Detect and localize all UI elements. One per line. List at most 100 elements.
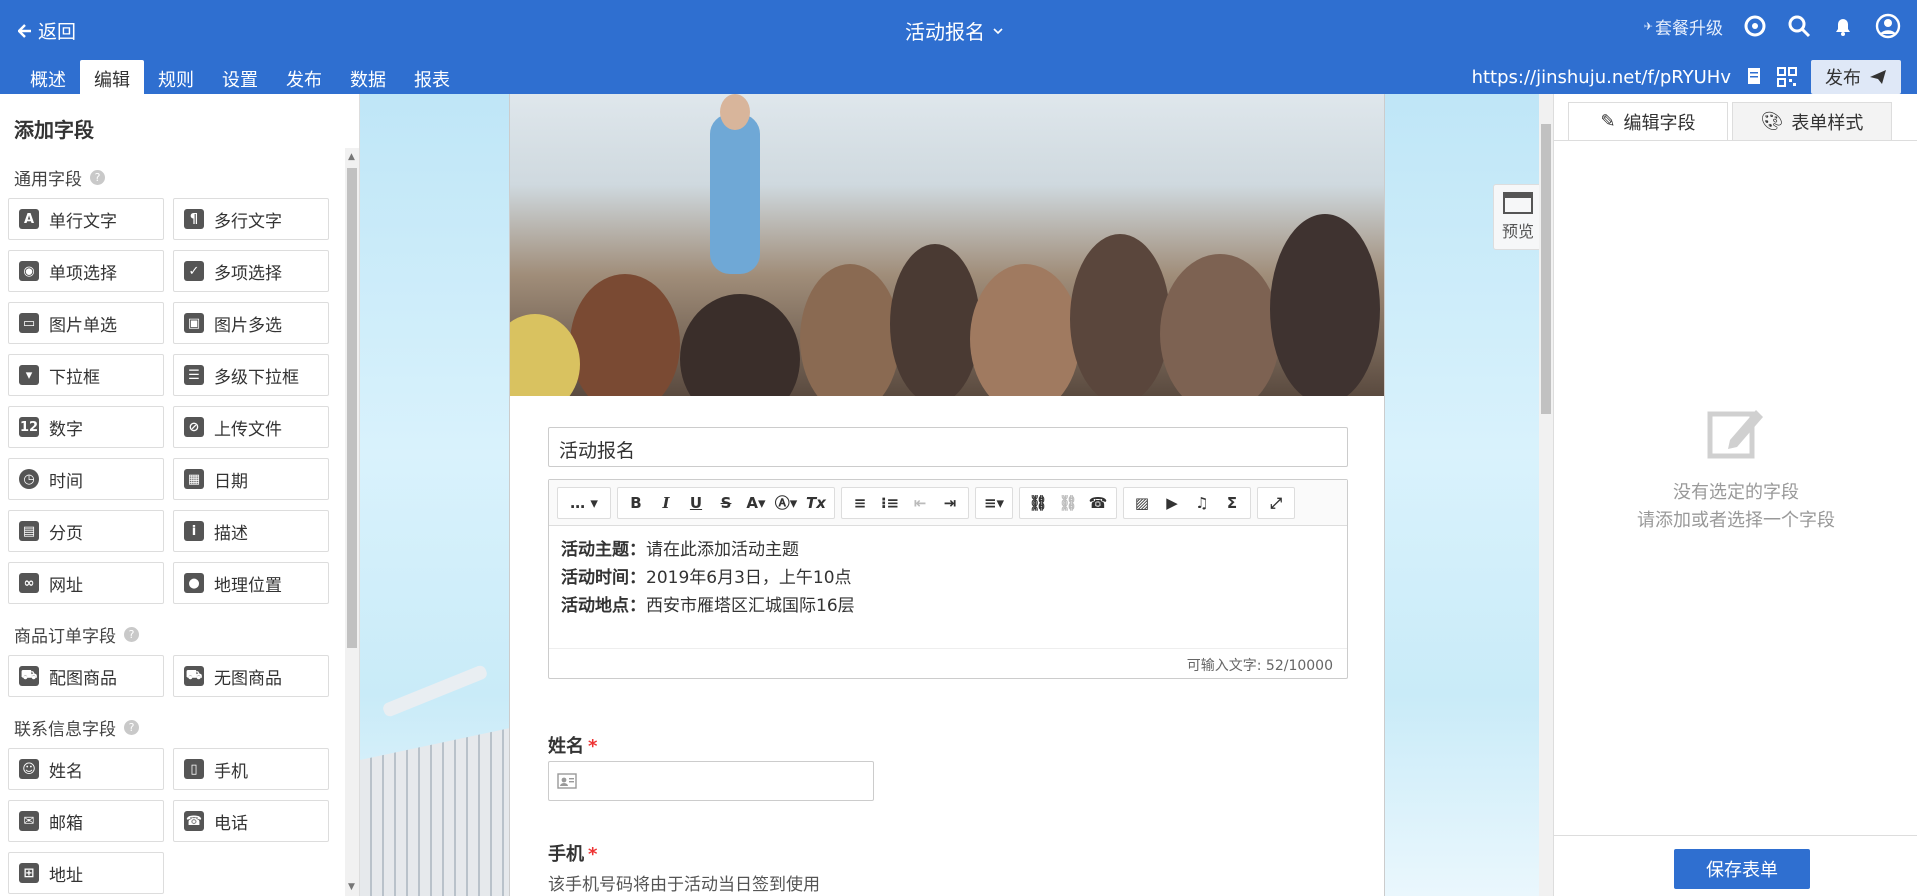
insert-audio-icon[interactable]: ♫ [1188,491,1216,515]
fullscreen-icon[interactable]: ⤢ [1262,491,1290,515]
tab-publish[interactable]: 发布 [272,60,336,94]
tab-reports[interactable]: 报表 [400,60,464,94]
paperclip-icon: ⊘ [184,417,204,437]
field-phone[interactable]: ☎ 电话 [173,800,329,842]
field-description[interactable]: i 描述 [173,510,329,552]
bold-icon[interactable]: B [622,491,650,515]
indent-icon[interactable]: ⇥ [936,491,964,515]
description-key: 活动主题： [561,540,646,560]
field-single-line-text[interactable]: A 单行文字 [8,198,164,240]
field-dropdown[interactable]: ▾ 下拉框 [8,354,164,396]
empty-state: 没有选定的字段 请添加或者选择一个字段 [1554,404,1917,535]
link-icon: ∞ [19,573,39,593]
mobile-field-label[interactable]: 手机 * [548,840,597,866]
field-label: 多级下拉框 [214,367,299,388]
support-icon[interactable] [1743,14,1767,38]
field-single-choice[interactable]: ◉ 单项选择 [8,250,164,292]
field-email[interactable]: ✉ 邮箱 [8,800,164,842]
description-editor[interactable]: … ▾ B I U S A▾ Ⓐ▾ Tx ≡ ⁝≡ ⇤ ⇥ ≡▾ ⛓ ⛓ ☎ ▨… [548,479,1348,679]
banner-image[interactable] [510,94,1384,396]
field-label: 邮箱 [49,813,83,834]
left-scrollbar[interactable]: ▲ ▼ [345,148,359,896]
clear-format-icon[interactable]: Tx [802,491,830,515]
upgrade-link[interactable]: ✈ 套餐升级 [1644,14,1723,39]
field-multi-line-text[interactable]: ¶ 多行文字 [173,198,329,240]
name-field-label[interactable]: 姓名 * [548,732,597,758]
strikethrough-icon[interactable]: S [712,491,740,515]
tab-edit[interactable]: 编辑 [80,60,144,94]
search-icon[interactable] [1787,14,1811,38]
field-label-text: 姓名 [548,736,584,757]
scroll-thumb[interactable] [1541,124,1551,414]
preview-button[interactable]: 预览 [1493,184,1543,250]
background-color-icon[interactable]: Ⓐ▾ [772,491,800,515]
unlink-icon[interactable]: ⛓ [1054,491,1082,515]
tab-rules[interactable]: 规则 [144,60,208,94]
field-label: 姓名 [49,761,83,782]
copy-icon[interactable] [1745,67,1763,87]
help-icon[interactable]: ? [124,627,139,642]
field-mobile[interactable]: ▯ 手机 [173,748,329,790]
link-icon[interactable]: ⛓ [1024,491,1052,515]
align-dropdown-icon[interactable]: ≡▾ [980,491,1008,515]
publish-button[interactable]: 发布 [1811,60,1901,94]
tab-settings[interactable]: 设置 [208,60,272,94]
back-button[interactable]: 返回 [18,17,76,44]
field-name[interactable]: ☺ 姓名 [8,748,164,790]
insert-image-icon[interactable]: ▨ [1128,491,1156,515]
help-icon[interactable]: ? [90,170,105,185]
name-input[interactable] [548,761,874,801]
tab-data[interactable]: 数据 [336,60,400,94]
field-multi-choice[interactable]: ✓ 多项选择 [173,250,329,292]
paragraph-format-dropdown[interactable]: … ▾ [562,491,606,515]
field-product-without-image[interactable]: ⛟ 无图商品 [173,655,329,697]
form-url[interactable]: https://jinshuju.net/f/pRYUHv [1472,67,1731,88]
tab-overview[interactable]: 概述 [16,60,80,94]
underline-icon[interactable]: U [682,491,710,515]
qrcode-icon[interactable] [1777,67,1797,87]
field-product-with-image[interactable]: ⛟ 配图商品 [8,655,164,697]
contact-card-icon [557,773,577,789]
scroll-down-icon[interactable]: ▼ [348,882,355,892]
font-color-icon[interactable]: A▾ [742,491,770,515]
bell-icon[interactable] [1831,14,1855,38]
field-image-multi[interactable]: ▣ 图片多选 [173,302,329,344]
field-upload-file[interactable]: ⊘ 上传文件 [173,406,329,448]
italic-icon[interactable]: I [652,491,680,515]
save-form-button[interactable]: 保存表单 [1674,849,1810,889]
formula-icon[interactable]: Σ [1218,491,1246,515]
field-time[interactable]: ◷ 时间 [8,458,164,500]
editor-content[interactable]: 活动主题：请在此添加活动主题 活动时间：2019年6月3日，上午10点 活动地点… [549,526,1347,630]
field-date[interactable]: ▦ 日期 [173,458,329,500]
field-number[interactable]: 12 数字 [8,406,164,448]
checkbox-icon: ✓ [184,261,204,281]
window-icon [1503,192,1533,214]
unordered-list-icon[interactable]: ⁝≡ [876,491,904,515]
format-group: … ▾ [557,486,611,519]
order-field-grid: ⛟ 配图商品 ⛟ 无图商品 [0,651,359,707]
scroll-up-icon[interactable]: ▲ [348,152,355,162]
field-address[interactable]: ⊞ 地址 [8,852,164,894]
field-url[interactable]: ∞ 网址 [8,562,164,604]
paper-plane-icon [1870,70,1886,84]
ordered-list-icon[interactable]: ≡ [846,491,874,515]
field-location[interactable]: ● 地理位置 [173,562,329,604]
insert-video-icon[interactable]: ▶ [1158,491,1186,515]
text-a-icon: A [19,209,39,229]
right-tabs: ✎ 编辑字段 🎨︎ 表单样式 [1568,102,1892,140]
canvas-scrollbar[interactable] [1539,94,1553,896]
form-title-dropdown[interactable]: 活动报名 [905,16,1003,45]
field-image-single[interactable]: ▭ 图片单选 [8,302,164,344]
tab-form-style[interactable]: 🎨︎ 表单样式 [1732,102,1892,140]
scroll-thumb[interactable] [347,168,357,648]
help-icon[interactable]: ? [124,720,139,735]
tab-edit-field[interactable]: ✎ 编辑字段 [1568,102,1728,140]
phone-icon[interactable]: ☎ [1084,491,1112,515]
avatar-icon[interactable] [1875,13,1901,39]
field-cascade-dropdown[interactable]: ☰ 多级下拉框 [173,354,329,396]
calendar-icon: ▦ [184,469,204,489]
form-title-input[interactable]: 活动报名 [548,427,1348,467]
outdent-icon[interactable]: ⇤ [906,491,934,515]
field-page-break[interactable]: ▤ 分页 [8,510,164,552]
image-icon: ▭ [19,313,39,333]
